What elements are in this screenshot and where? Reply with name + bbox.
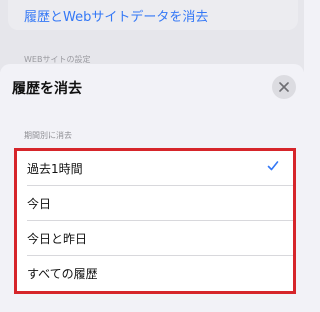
- clear-history-link[interactable]: 履歴とWebサイトデータを消去: [24, 6, 208, 25]
- checkmark-icon: [267, 161, 279, 171]
- sheet-title: 履歴を消去: [12, 81, 82, 97]
- option-label: 今日と昨日: [27, 232, 88, 246]
- option-today[interactable]: 今日: [17, 186, 293, 221]
- settings-background: 履歴とWebサイトデータを消去 WEBサイトの設定: [0, 0, 304, 72]
- time-range-options: 過去1時間 今日 今日と昨日 すべての履歴: [14, 148, 296, 294]
- option-label: 今日: [27, 197, 52, 211]
- option-label: すべての履歴: [27, 267, 98, 281]
- close-button[interactable]: [272, 75, 296, 99]
- option-label: 過去1時間: [27, 162, 83, 176]
- option-last-hour[interactable]: 過去1時間: [17, 151, 293, 186]
- option-all-history[interactable]: すべての履歴: [17, 256, 293, 291]
- time-range-section-label: 期間別に消去: [24, 131, 72, 140]
- clear-history-sheet: 履歴を消去 期間別に消去 過去1時間 今日 今日と昨日 すべての履歴: [0, 64, 304, 312]
- close-icon: [279, 82, 289, 92]
- option-today-yesterday[interactable]: 今日と昨日: [17, 221, 293, 256]
